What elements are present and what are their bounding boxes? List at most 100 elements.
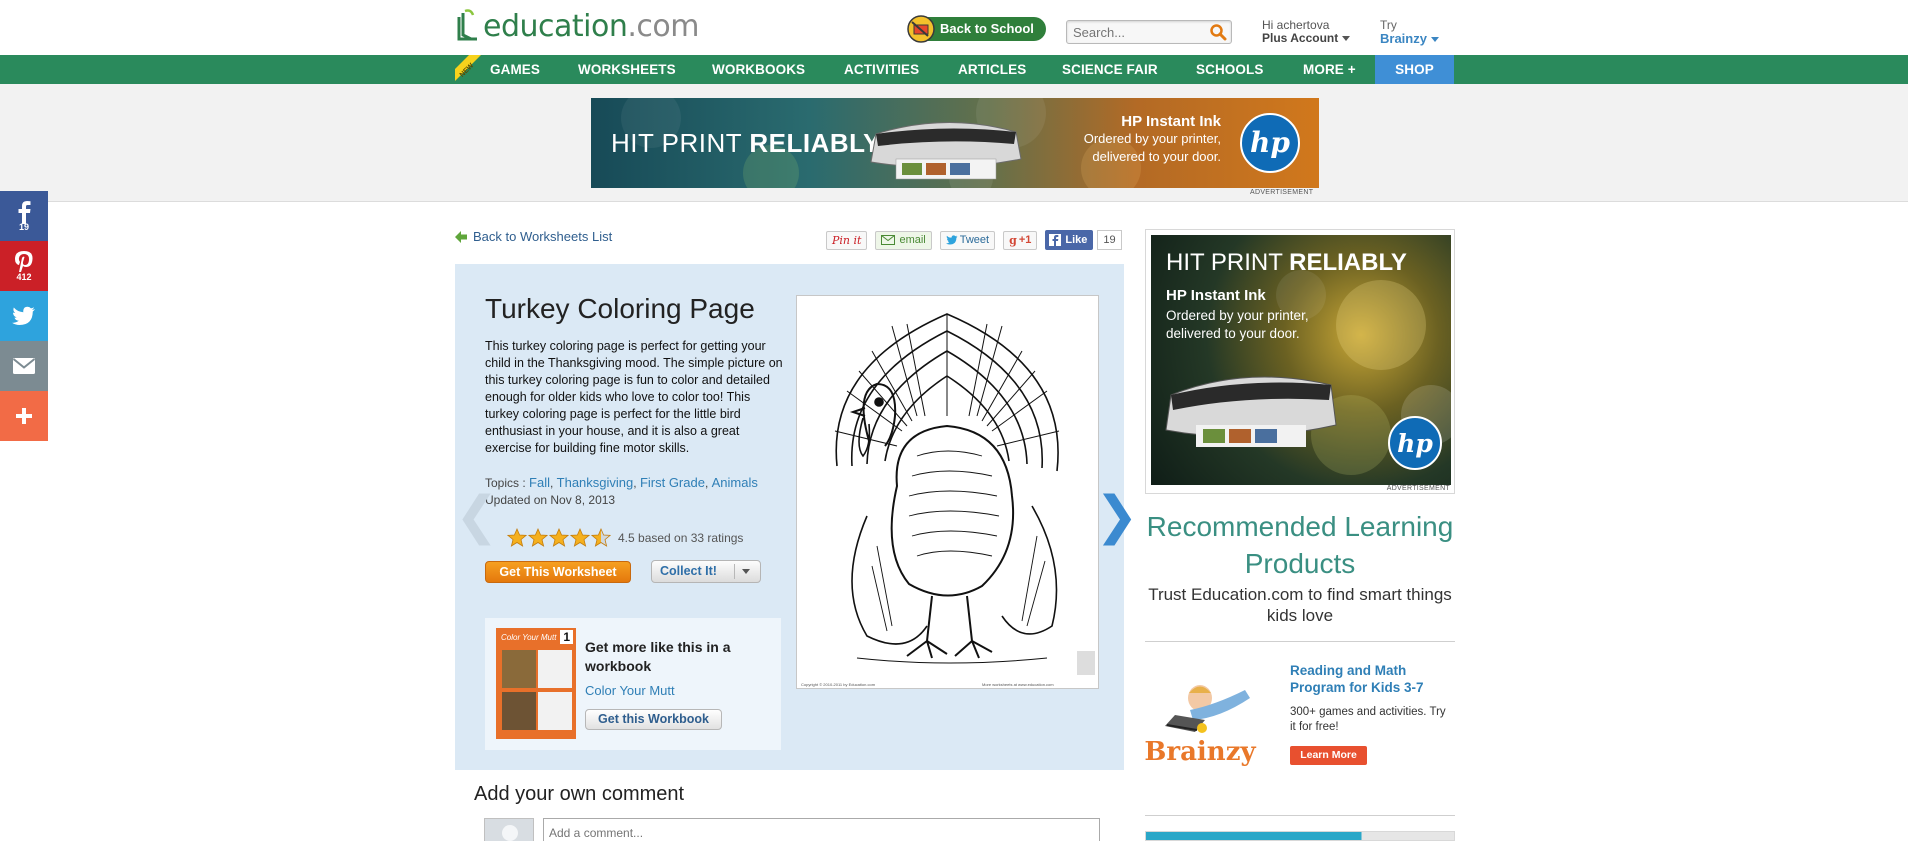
like-label: Like (1065, 234, 1088, 246)
sidebar-ad-copy: HP Instant Ink Ordered by your printer, … (1166, 287, 1309, 341)
get-workbook-button[interactable]: Get this Workbook (585, 709, 722, 730)
search-icon[interactable] (1209, 23, 1227, 41)
back-to-school-label: Back to School (940, 21, 1034, 36)
star-icon (507, 528, 527, 547)
topic-link-fall[interactable]: Fall (529, 475, 550, 490)
back-to-school-button[interactable]: Back to School (907, 15, 1046, 43)
try-product: Brainzy (1380, 31, 1427, 46)
nav-science-fair[interactable]: SCIENCE FAIR (1062, 55, 1158, 84)
tweet-label: Tweet (959, 233, 990, 246)
worksheet-preview-image[interactable]: Copyright © 2010-2011 by Education.com M… (796, 295, 1099, 689)
collect-it-label: Collect It! (660, 564, 717, 578)
pin-it-button[interactable]: Pin it (826, 230, 868, 250)
turkey-drawing: Copyright © 2010-2011 by Education.com M… (801, 313, 1095, 687)
svg-text:hp: hp (1250, 126, 1290, 159)
chevron-down-icon[interactable] (742, 569, 750, 574)
nav-schools[interactable]: SCHOOLS (1196, 55, 1263, 84)
education-logo[interactable]: education.com (455, 8, 699, 44)
topics: Topics : Fall, Thanksgiving, First Grade… (485, 475, 758, 490)
share-email-button[interactable] (0, 341, 48, 391)
like-count: 19 (1097, 230, 1122, 250)
main-nav: NEW GAMES WORKSHEETS WORKBOOKS ACTIVITIE… (0, 55, 1908, 84)
star-icon (528, 528, 548, 547)
nav-items: NEW GAMES WORKSHEETS WORKBOOKS ACTIVITIE… (455, 55, 1454, 84)
get-worksheet-button[interactable]: Get This Worksheet (485, 561, 631, 583)
next-worksheet-arrow[interactable]: ❯ (1095, 490, 1139, 542)
chevron-down-icon (1430, 37, 1439, 43)
account-type: Plus Account (1262, 31, 1339, 45)
workbook-promo: Color Your Mutt 1 Get more like this in … (485, 618, 781, 750)
nav-more[interactable]: MORE + (1303, 55, 1356, 84)
nav-games[interactable]: GAMES (490, 55, 540, 84)
search-input[interactable] (1067, 21, 1207, 43)
workbook-name-link[interactable]: Color Your Mutt (585, 683, 675, 698)
divider (1145, 815, 1455, 816)
banner-headline: HIT PRINT RELIABLY (611, 128, 882, 158)
brainzy-title-link[interactable]: Reading and Math Program for Kids 3-7 (1290, 662, 1440, 696)
topic-link-animals[interactable]: Animals (712, 475, 758, 490)
site-header: education.com Back to School Hi achertov… (0, 0, 1908, 55)
facebook-count: 19 (18, 222, 29, 232)
share-pinterest-button[interactable]: 412 (0, 241, 48, 291)
bottom-ad[interactable] (1145, 831, 1455, 841)
star-rating[interactable]: 4.5 based on 33 ratings (507, 528, 743, 548)
nav-articles[interactable]: ARTICLES (958, 55, 1026, 84)
nav-worksheets[interactable]: WORKSHEETS (578, 55, 676, 84)
nav-activities[interactable]: ACTIVITIES (844, 55, 919, 84)
pinterest-count: 412 (16, 272, 32, 282)
facebook-like-button[interactable]: Like (1045, 230, 1094, 250)
google-plus-button[interactable]: g +1 (1003, 230, 1038, 250)
star-icon (549, 528, 569, 547)
banner-copy: HP Instant Ink Ordered by your printer, … (1083, 113, 1221, 164)
svg-text:Brainzy: Brainzy (1145, 737, 1256, 767)
star-icon (570, 528, 590, 547)
topic-link-thanksgiving[interactable]: Thanksgiving (557, 475, 634, 490)
share-sidebar: 19 412 (0, 191, 48, 441)
twitter-icon (12, 306, 35, 325)
facebook-icon (18, 201, 31, 224)
back-to-worksheets-link[interactable]: Back to Worksheets List (455, 229, 612, 244)
svg-text:hp: hp (1397, 429, 1433, 458)
pin-it-label: Pin it (832, 233, 862, 247)
recommended-heading: Recommended Learning Products (1146, 511, 1454, 579)
collect-divider (734, 564, 735, 579)
email-share-button[interactable]: email (875, 230, 932, 250)
pinterest-icon (15, 251, 33, 272)
learn-more-button[interactable]: Learn More (1290, 746, 1367, 765)
previous-worksheet-arrow[interactable]: ❮ (455, 490, 499, 542)
email-icon (12, 358, 36, 374)
dog-sketch (538, 650, 572, 688)
chevron-down-icon (1342, 36, 1351, 42)
logo-wordmark: education.com (483, 8, 699, 44)
dog-photo (502, 650, 536, 688)
share-facebook-button[interactable]: 19 (0, 191, 48, 241)
email-share-label: email (899, 233, 926, 246)
sidebar-hp-ad[interactable]: HIT PRINT RELIABLY HP Instant Ink Ordere… (1145, 229, 1455, 494)
hp-logo-icon: hp (1240, 113, 1300, 173)
social-buttons: Pin it email Tweet g +1 Like 19 (826, 229, 1122, 251)
workbook-cover-image[interactable]: Color Your Mutt 1 (496, 628, 576, 739)
nav-shop[interactable]: SHOP (1375, 55, 1454, 84)
dog-sketch (538, 692, 572, 730)
divider (1145, 641, 1455, 642)
user-menu[interactable]: Hi achertova Plus Account (1262, 19, 1351, 45)
share-twitter-button[interactable] (0, 291, 48, 341)
comment-input[interactable] (543, 818, 1100, 841)
tweet-button[interactable]: Tweet (939, 230, 996, 250)
rating-text: 4.5 based on 33 ratings (618, 531, 744, 545)
google-plus-label: +1 (1018, 233, 1032, 246)
collect-it-button[interactable]: Collect It! (651, 560, 761, 583)
topic-link-first-grade[interactable]: First Grade (640, 475, 705, 490)
try-brainzy-menu[interactable]: Try Brainzy (1380, 19, 1439, 46)
child-illustration: Brainzy (1144, 685, 1256, 767)
book-logo-icon (457, 9, 477, 41)
back-link-label: Back to Worksheets List (473, 229, 613, 244)
nav-workbooks[interactable]: WORKBOOKS (712, 55, 805, 84)
page: education.com Back to School Hi achertov… (0, 0, 1908, 841)
share-more-button[interactable] (0, 391, 48, 441)
facebook-f-icon (1049, 234, 1062, 246)
brainzy-product-image[interactable]: Brainzy (1144, 660, 1260, 768)
worksheet-description: This turkey coloring page is perfect for… (485, 339, 783, 455)
cover-grade: 1 (560, 630, 573, 644)
hp-banner-ad[interactable]: HIT PRINT RELIABLY HP Instant Ink Ordere… (591, 98, 1319, 188)
